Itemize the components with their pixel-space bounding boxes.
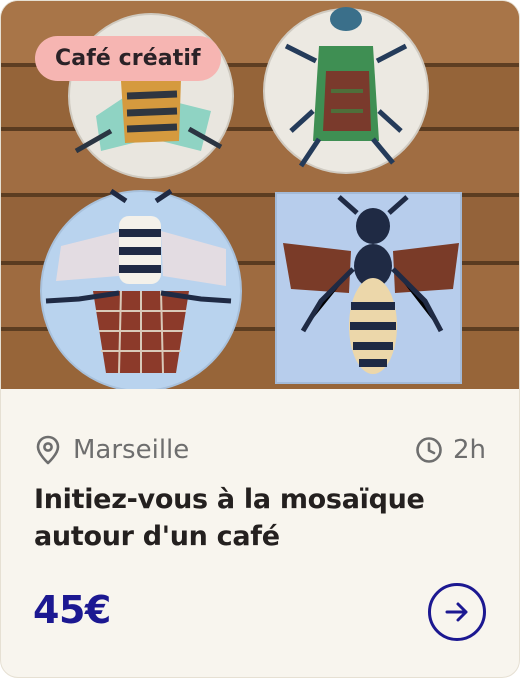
open-workshop-button[interactable]	[428, 583, 486, 641]
workshop-title[interactable]: Initiez-vous à la mosaïque autour d'un c…	[34, 481, 474, 555]
duration: 2h	[415, 435, 486, 465]
workshop-meta: Marseille 2h	[35, 431, 486, 469]
duration-text: 2h	[452, 435, 486, 465]
clock-icon	[416, 437, 442, 463]
arrow-right-icon	[445, 602, 468, 622]
category-badge: Café créatif	[35, 36, 221, 81]
map-pin-icon	[36, 435, 60, 465]
location: Marseille	[35, 435, 189, 465]
workshop-card[interactable]: Café créatif Marseille 2h Initiez-vous à…	[0, 0, 520, 678]
price: 45€	[33, 588, 111, 632]
location-text: Marseille	[73, 435, 190, 465]
